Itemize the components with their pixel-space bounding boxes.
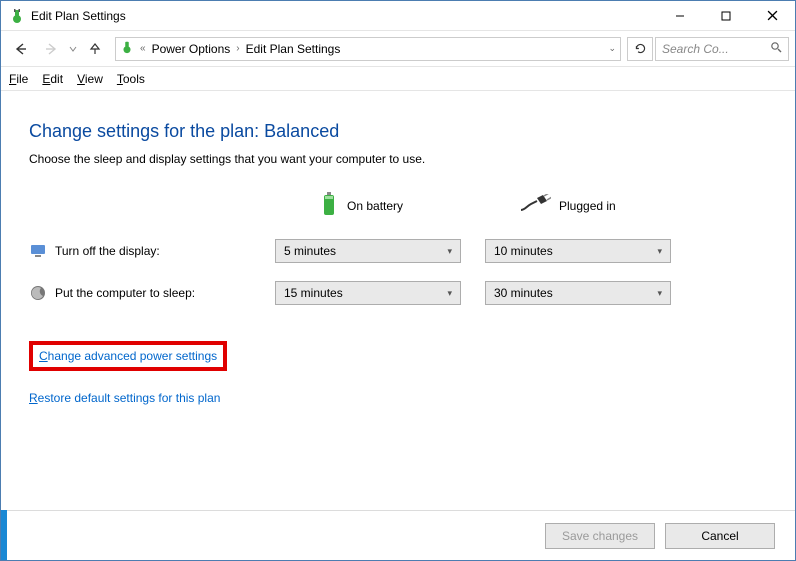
- plug-icon: [519, 194, 551, 217]
- address-bar[interactable]: « Power Options › Edit Plan Settings ⌄: [115, 37, 621, 61]
- sleep-battery-value: 15 minutes: [284, 286, 343, 300]
- plugged-in-label: Plugged in: [559, 199, 616, 213]
- power-options-icon: [9, 8, 25, 24]
- battery-icon: [319, 190, 339, 221]
- chevron-down-icon: ▾: [657, 246, 662, 257]
- menubar: File Edit View Tools: [1, 67, 795, 91]
- sleep-label: Put the computer to sleep:: [55, 286, 195, 300]
- sleep-plugged-value: 30 minutes: [494, 286, 553, 300]
- menu-edit[interactable]: Edit: [42, 72, 63, 86]
- minimize-button[interactable]: [657, 1, 703, 31]
- column-plugged-in: Plugged in: [475, 194, 675, 217]
- chevron-down-icon: ▾: [447, 288, 452, 299]
- up-button[interactable]: [81, 35, 109, 63]
- page-title: Change settings for the plan: Balanced: [29, 121, 767, 142]
- power-options-small-icon: [120, 40, 134, 57]
- display-icon: [29, 242, 47, 260]
- sleep-battery-dropdown[interactable]: 15 minutes ▾: [275, 281, 461, 305]
- chevron-down-icon: ▾: [657, 288, 662, 299]
- breadcrumb-edit-plan[interactable]: Edit Plan Settings: [246, 42, 341, 56]
- restore-defaults-link[interactable]: Restore default settings for this plan: [29, 391, 767, 405]
- search-icon: [770, 41, 782, 56]
- display-plugged-dropdown[interactable]: 10 minutes ▾: [485, 239, 671, 263]
- display-battery-dropdown[interactable]: 5 minutes ▾: [275, 239, 461, 263]
- column-on-battery: On battery: [275, 190, 475, 221]
- chevron-down-icon: ▾: [447, 246, 452, 257]
- display-battery-value: 5 minutes: [284, 244, 336, 258]
- cancel-button[interactable]: Cancel: [665, 523, 775, 549]
- footer: Save changes Cancel: [1, 510, 795, 560]
- change-advanced-link[interactable]: CChange advanced power settingshange adv…: [39, 349, 217, 363]
- titlebar: Edit Plan Settings: [1, 1, 795, 31]
- turn-off-display-label: Turn off the display:: [55, 244, 160, 258]
- search-placeholder: Search Co...: [662, 42, 729, 56]
- save-button[interactable]: Save changes: [545, 523, 655, 549]
- forward-button[interactable]: [37, 35, 65, 63]
- window-title: Edit Plan Settings: [31, 9, 126, 23]
- search-input[interactable]: Search Co...: [655, 37, 789, 61]
- back-button[interactable]: [7, 35, 35, 63]
- content-area: Change settings for the plan: Balanced C…: [1, 91, 795, 415]
- chevron-right-icon: ›: [236, 43, 239, 54]
- on-battery-label: On battery: [347, 199, 403, 213]
- accent-bar: [1, 510, 7, 560]
- sleep-plugged-dropdown[interactable]: 30 minutes ▾: [485, 281, 671, 305]
- navbar: « Power Options › Edit Plan Settings ⌄ S…: [1, 31, 795, 67]
- chevron-left-icon: «: [140, 43, 146, 54]
- sleep-icon: [29, 284, 47, 302]
- menu-file[interactable]: File: [9, 72, 28, 86]
- menu-view[interactable]: View: [77, 72, 103, 86]
- address-dropdown-icon[interactable]: ⌄: [608, 43, 616, 54]
- close-button[interactable]: [749, 1, 795, 31]
- page-description: Choose the sleep and display settings th…: [29, 152, 767, 166]
- display-plugged-value: 10 minutes: [494, 244, 553, 258]
- history-chevron-icon[interactable]: [67, 42, 79, 56]
- menu-tools[interactable]: Tools: [117, 72, 145, 86]
- highlight-annotation: CChange advanced power settingshange adv…: [29, 341, 227, 371]
- breadcrumb-power-options[interactable]: Power Options: [152, 42, 231, 56]
- window-frame: Edit Plan Settings « Power: [0, 0, 796, 561]
- maximize-button[interactable]: [703, 1, 749, 31]
- refresh-button[interactable]: [627, 37, 653, 61]
